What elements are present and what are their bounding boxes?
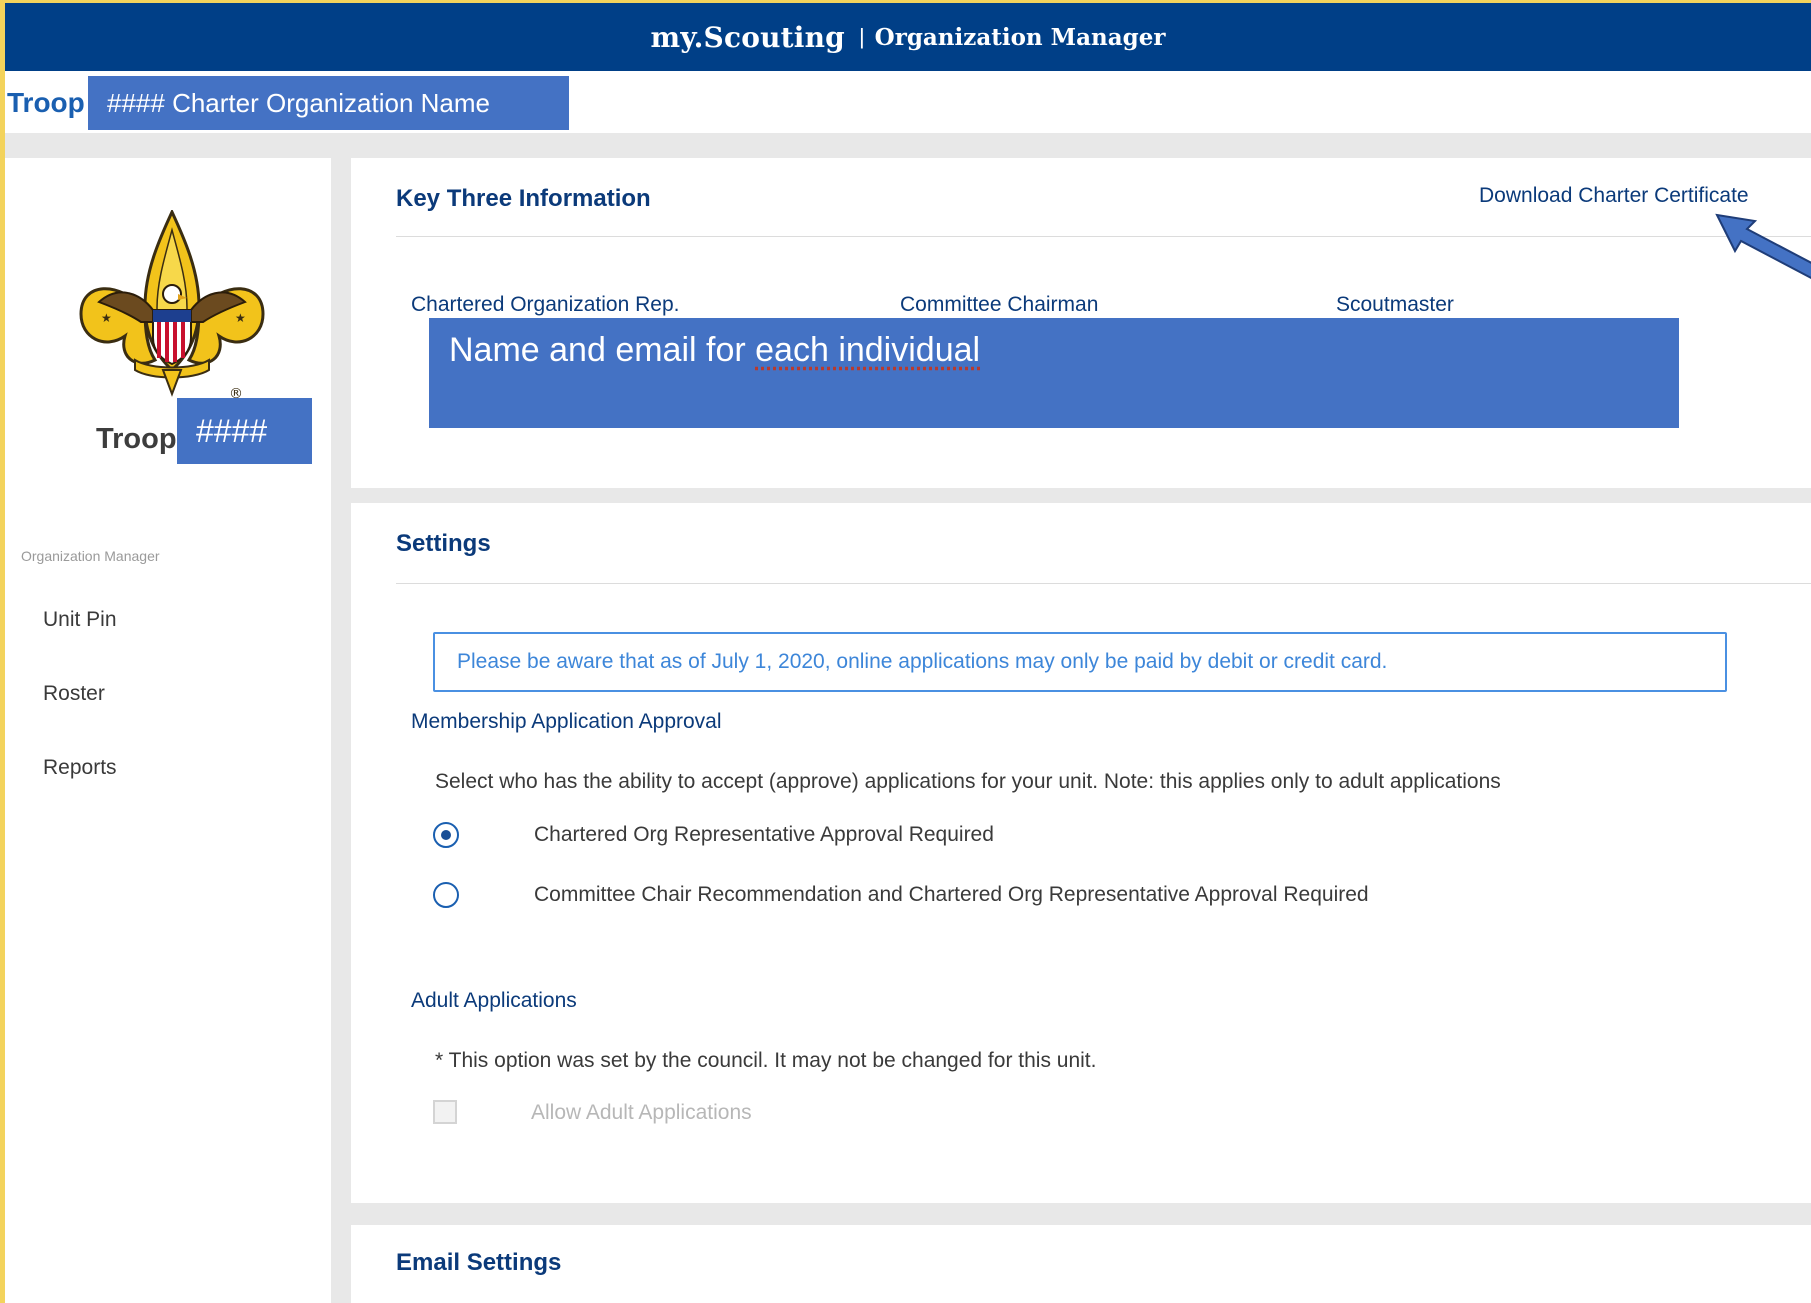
brand-logo[interactable]: my.Scouting — [651, 21, 845, 54]
unit-type-label: Troop — [7, 87, 85, 118]
sidebar-item-unit-pin[interactable]: Unit Pin — [43, 608, 117, 632]
membership-approval-heading: Membership Application Approval — [411, 710, 722, 733]
approval-option-cc-and-co-rep-radio[interactable] — [433, 882, 459, 908]
sidebar-section-caption: Organization Manager — [21, 548, 160, 564]
bsa-fleur-de-lis-logo-icon: ★ ★ ® — [79, 210, 265, 400]
annotation-arrow-icon — [1715, 213, 1811, 279]
key-three-title: Key Three Information — [396, 185, 651, 212]
council-set-note: * This option was set by the council. It… — [435, 1049, 1097, 1072]
allow-adult-applications-label: Allow Adult Applications — [531, 1101, 752, 1124]
key-three-names-redaction: Name and email for each individual — [429, 318, 1679, 428]
unit-bar: Troop #### Charter Organization Name — [5, 71, 1811, 133]
email-settings-title: Email Settings — [396, 1249, 562, 1276]
key-three-card: Key Three Information Download Charter C… — [351, 158, 1811, 488]
approval-option-co-rep-radio[interactable] — [433, 822, 459, 848]
app-frame: my.Scouting | Organization Manager Troop… — [5, 3, 1811, 1303]
redaction-text: Name and email for — [449, 331, 756, 369]
allow-adult-applications-checkbox[interactable] — [433, 1100, 457, 1124]
scoutmaster-label: Scoutmaster — [1336, 293, 1454, 316]
approval-option-cc-and-co-rep-label[interactable]: Committee Chair Recommendation and Chart… — [534, 883, 1369, 907]
svg-text:★: ★ — [101, 311, 112, 325]
top-header: my.Scouting | Organization Manager — [5, 3, 1811, 71]
download-charter-certificate-link[interactable]: Download Charter Certificate — [1479, 184, 1749, 208]
sidebar: ★ ★ ® Troop #### Organization Manager Un… — [5, 158, 331, 1303]
spellcheck-flagged-text: each individual — [755, 331, 981, 369]
product-name: Organization Manager — [874, 23, 1166, 51]
settings-card: Settings Please be aware that as of July… — [351, 503, 1811, 1203]
svg-text:★: ★ — [235, 311, 246, 325]
email-settings-card: Email Settings — [351, 1225, 1811, 1303]
chartered-org-rep-label: Chartered Organization Rep. — [411, 293, 680, 316]
membership-approval-description: Select who has the ability to accept (ap… — [435, 770, 1501, 793]
sidebar-unit-type: Troop — [96, 423, 177, 455]
settings-divider — [396, 583, 1811, 584]
payment-notice-banner: Please be aware that as of July 1, 2020,… — [433, 632, 1727, 692]
settings-title: Settings — [396, 530, 491, 557]
sidebar-item-roster[interactable]: Roster — [43, 682, 105, 706]
adult-applications-heading: Adult Applications — [411, 989, 577, 1012]
approval-option-co-rep-label[interactable]: Chartered Org Representative Approval Re… — [534, 823, 994, 847]
committee-chairman-label: Committee Chairman — [900, 293, 1099, 316]
key-three-divider — [396, 236, 1811, 237]
troop-number-redaction: #### — [177, 398, 312, 464]
sidebar-item-reports[interactable]: Reports — [43, 756, 117, 780]
charter-org-redaction: #### Charter Organization Name — [88, 76, 569, 130]
header-separator: | — [858, 24, 865, 49]
